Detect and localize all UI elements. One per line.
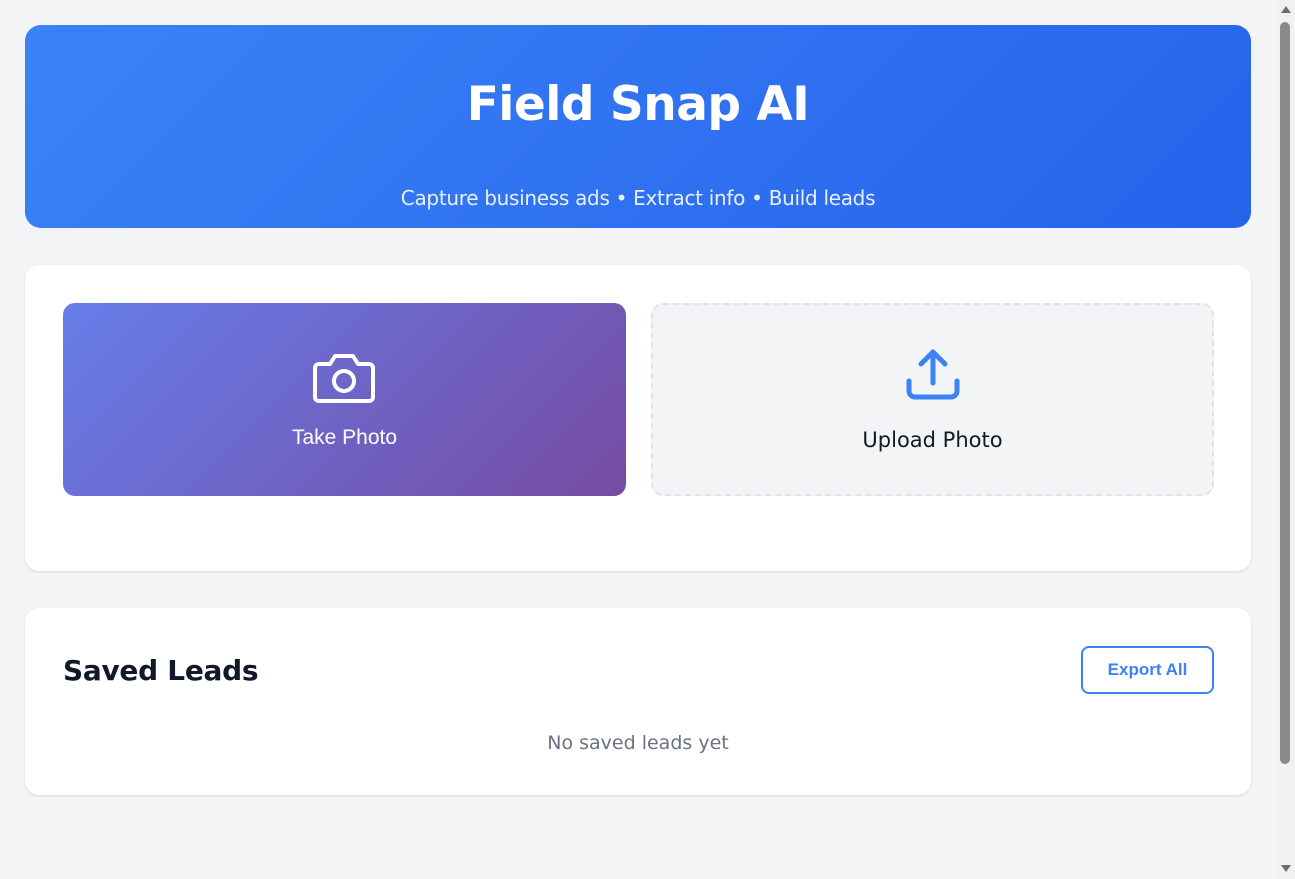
upload-icon [906, 349, 960, 400]
app-header: Field Snap AI Capture business ads • Ext… [25, 25, 1251, 228]
saved-leads-card: Saved Leads Export All No saved leads ye… [25, 608, 1251, 795]
page: Field Snap AI Capture business ads • Ext… [0, 0, 1276, 879]
upload-photo-label: Upload Photo [862, 428, 1003, 452]
scrollbar-thumb[interactable] [1280, 22, 1290, 764]
upload-photo-button[interactable]: Upload Photo [651, 303, 1214, 496]
scroll-down-arrow-icon[interactable] [1281, 865, 1291, 872]
app-title: Field Snap AI [466, 77, 810, 132]
saved-leads-title: Saved Leads [63, 654, 259, 687]
app-subtitle: Capture business ads • Extract info • Bu… [400, 186, 876, 210]
camera-icon [313, 354, 375, 403]
export-all-button[interactable]: Export All [1081, 646, 1214, 694]
take-photo-label: Take Photo [291, 426, 398, 449]
empty-leads-message: No saved leads yet [547, 732, 729, 754]
scroll-up-arrow-icon[interactable] [1281, 6, 1291, 13]
capture-card: Take Photo Upload Photo [25, 265, 1251, 571]
take-photo-button[interactable]: Take Photo [63, 303, 626, 496]
vertical-scrollbar[interactable] [1276, 0, 1295, 879]
